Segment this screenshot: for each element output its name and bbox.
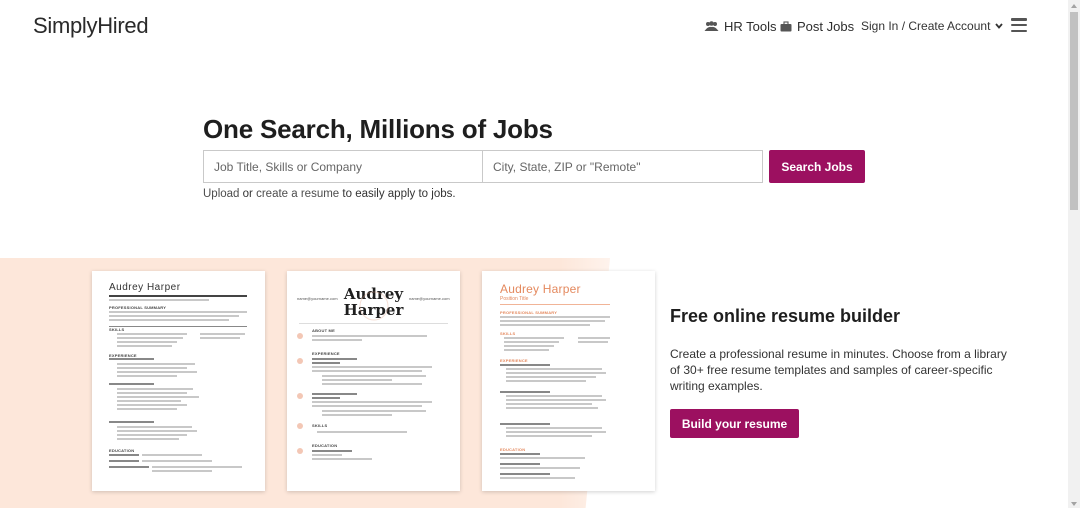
search-jobs-button[interactable]: Search Jobs xyxy=(769,150,865,183)
upload-link[interactable]: Upload xyxy=(203,188,239,200)
scroll-down-arrow-icon[interactable] xyxy=(1071,502,1077,506)
builder-description: Create a professional resume in minutes.… xyxy=(670,347,1007,393)
floral-watermark xyxy=(359,291,389,321)
simplyhired-logo[interactable]: SimplyHired xyxy=(33,13,149,39)
search-form xyxy=(203,150,763,183)
resume-template-card-1[interactable]: Audrey Harper PROFESSIONAL SUMMARY SKILL… xyxy=(92,271,265,491)
resume-template-card-2[interactable]: name@yourname.com name@yourname.com Audr… xyxy=(287,271,460,491)
users-icon xyxy=(704,21,719,31)
post-jobs-label: Post Jobs xyxy=(797,19,855,34)
chevron-down-icon xyxy=(995,23,1004,29)
briefcase-icon xyxy=(780,21,792,32)
builder-title: Free online resume builder xyxy=(670,306,901,326)
post-jobs-link[interactable]: Post Jobs xyxy=(780,19,854,34)
job-title-input[interactable] xyxy=(204,151,483,182)
sign-in-dropdown[interactable]: Sign In / Create Account xyxy=(861,19,1004,33)
hamburger-menu-icon[interactable] xyxy=(1011,18,1027,32)
hr-tools-label: HR Tools xyxy=(724,19,777,34)
resume-name: Audrey Harper xyxy=(500,282,581,296)
scroll-up-arrow-icon[interactable] xyxy=(1071,4,1077,8)
resume-position: Position Title xyxy=(500,296,529,302)
apply-text: to easily apply to jobs. xyxy=(342,188,456,200)
resume-name: Audrey Harper xyxy=(109,282,181,293)
resume-template-card-3[interactable]: Audrey Harper Position Title PROFESSIONA… xyxy=(482,271,655,491)
or-text: or xyxy=(242,188,253,200)
hero-title: One Search, Millions of Jobs xyxy=(203,114,553,144)
scroll-thumb[interactable] xyxy=(1070,12,1078,210)
build-resume-button[interactable]: Build your resume xyxy=(670,409,799,438)
page-scrollbar[interactable] xyxy=(1068,0,1080,508)
upload-resume-line: Upload or create a resume to easily appl… xyxy=(203,188,456,200)
decorative-icons xyxy=(297,333,303,454)
sign-in-label: Sign In / Create Account xyxy=(861,19,991,33)
location-input[interactable] xyxy=(483,151,762,182)
hr-tools-link[interactable]: HR Tools xyxy=(704,19,777,34)
create-resume-link[interactable]: create a resume xyxy=(256,188,339,200)
site-header: SimplyHired HR Tools Post Jobs Sign In /… xyxy=(0,0,1068,52)
